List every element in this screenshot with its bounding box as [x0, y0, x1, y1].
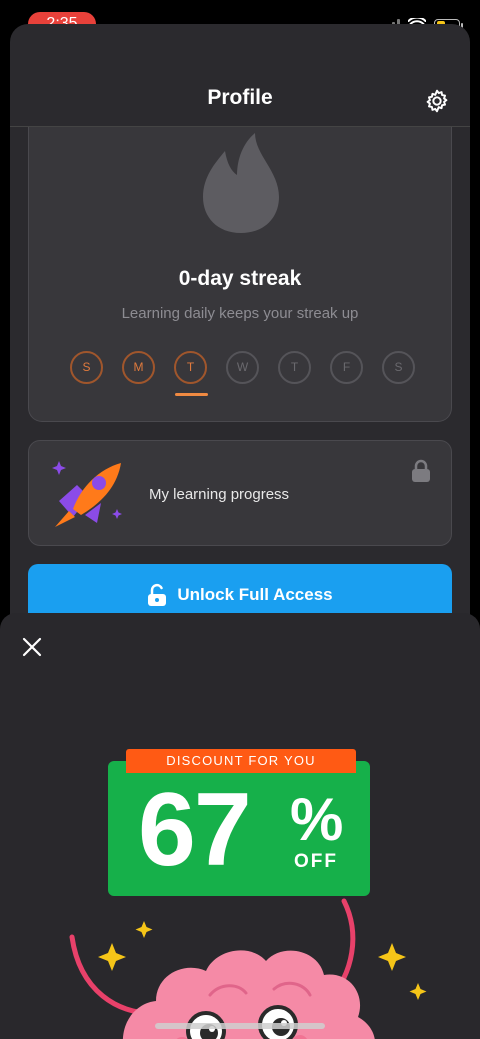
lock-icon [412, 459, 430, 482]
learning-progress-card[interactable]: My learning progress [28, 440, 452, 546]
discount-number: 67 [138, 772, 252, 888]
settings-gear-icon[interactable] [424, 88, 450, 114]
flame-icon [203, 133, 279, 233]
nav-bar: Profile [10, 24, 470, 127]
home-indicator [155, 1023, 325, 1029]
unlock-icon [148, 583, 167, 606]
discount-sheet: DISCOUNT FOR YOU 67 % OFF [0, 613, 480, 1039]
discount-tag: DISCOUNT FOR YOU [126, 749, 356, 773]
streak-days: S M T W T F S [70, 351, 415, 396]
day-tuesday-today: T [174, 351, 208, 396]
rocket-icon [52, 461, 122, 527]
page-title: Profile [207, 86, 273, 109]
streak-title: 0-day streak [178, 267, 302, 290]
discount-off: OFF [294, 851, 338, 872]
day-monday: M [122, 351, 155, 384]
streak-subtitle: Learning daily keeps your streak up [121, 305, 359, 322]
unlock-label: Unlock Full Access [177, 585, 333, 604]
day-wednesday: W [226, 351, 259, 384]
close-icon[interactable] [20, 635, 44, 659]
day-friday: F [330, 351, 363, 384]
day-saturday: S [382, 351, 415, 384]
discount-badge: 67 % OFF [108, 761, 370, 896]
progress-label: My learning progress [149, 486, 290, 503]
day-thursday: T [278, 351, 311, 384]
day-sunday: S [70, 351, 103, 384]
brain-mascot-illustration [69, 898, 427, 1039]
streak-card: 0-day streak Learning daily keeps your s… [28, 127, 452, 422]
discount-percent: % [290, 786, 344, 853]
profile-screen: Profile 0-day streak Learning daily keep… [10, 24, 470, 664]
